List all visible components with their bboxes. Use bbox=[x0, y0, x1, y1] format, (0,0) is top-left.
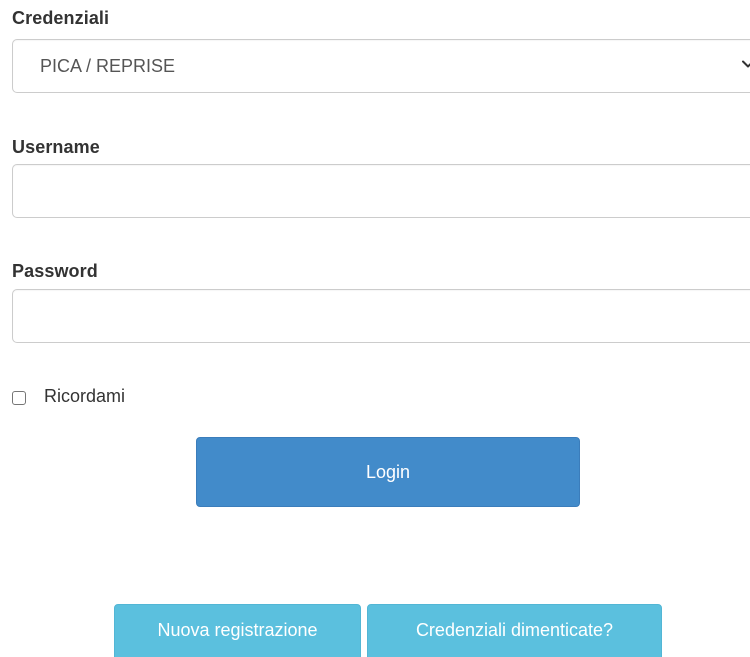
login-page: Credenziali PICA / REPRISE Username Pass… bbox=[0, 0, 750, 657]
chevron-down-icon bbox=[742, 60, 750, 68]
password-field[interactable] bbox=[12, 289, 750, 343]
login-button-label: Login bbox=[365, 461, 411, 482]
register-button[interactable]: Nuova registrazione bbox=[114, 604, 361, 657]
forgot-credentials-button-label: Credenziali dimenticate? bbox=[415, 620, 614, 640]
credentials-select[interactable]: PICA / REPRISE bbox=[12, 39, 750, 93]
username-label: Username bbox=[12, 137, 100, 157]
remember-label[interactable]: Ricordami bbox=[44, 386, 125, 407]
password-label: Password bbox=[12, 261, 98, 281]
remember-checkbox[interactable] bbox=[12, 391, 26, 405]
username-field[interactable] bbox=[12, 164, 750, 218]
login-button[interactable]: Login bbox=[196, 437, 580, 507]
credentials-selected-value: PICA / REPRISE bbox=[40, 56, 176, 76]
forgot-credentials-button[interactable]: Credenziali dimenticate? bbox=[367, 604, 662, 657]
credentials-label: Credenziali bbox=[12, 8, 110, 28]
register-button-label: Nuova registrazione bbox=[157, 620, 318, 640]
